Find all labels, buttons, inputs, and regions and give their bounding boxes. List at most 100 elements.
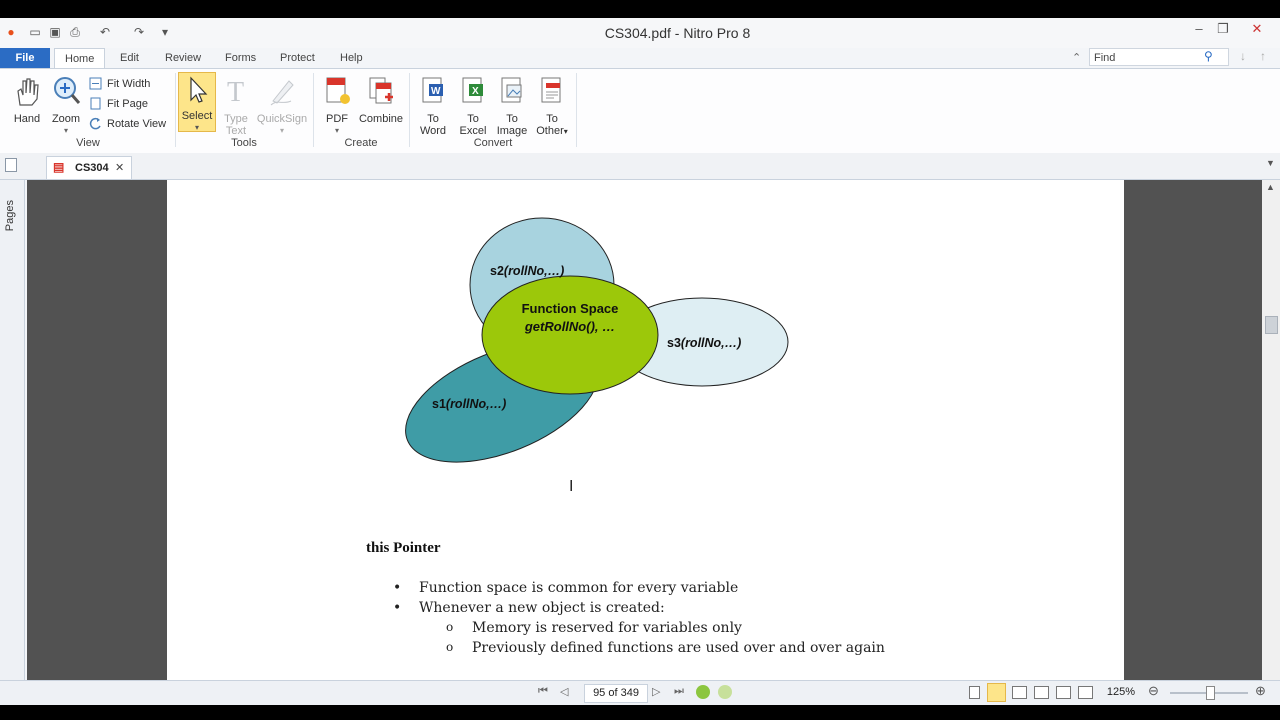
first-page-icon[interactable]: ⏮: [538, 685, 548, 698]
document-tab[interactable]: ▤ CS304 ✕: [46, 156, 132, 179]
scrollbar-thumb[interactable]: [1265, 316, 1278, 334]
previous-page-icon[interactable]: ◁: [560, 685, 568, 698]
hand-button[interactable]: Hand: [8, 75, 46, 125]
document-tab-bar: ▤ CS304 ✕ ▼: [0, 153, 1280, 180]
find-prev-icon[interactable]: ↑: [1260, 49, 1266, 63]
select-dropdown-icon: ▾: [194, 123, 199, 132]
page-number-input[interactable]: 95 of 349: [584, 684, 648, 703]
pdf-create-icon: [326, 77, 350, 104]
find-next-icon[interactable]: ↓: [1240, 49, 1246, 63]
scroll-up-icon[interactable]: ▲: [1266, 182, 1275, 192]
tab-list-dropdown-icon[interactable]: ▼: [1266, 158, 1275, 168]
zoom-label: Zoom: [51, 113, 81, 125]
vertical-scrollbar[interactable]: ▲ ▼: [1262, 180, 1280, 694]
collapse-ribbon-icon[interactable]: ⌃: [1072, 51, 1081, 64]
function-space-subtitle: getRollNo(), …: [524, 319, 615, 334]
zoom-out-icon[interactable]: ⊖: [1148, 683, 1159, 699]
continuous-view-icon[interactable]: [987, 683, 1006, 702]
title-bar: ● ▭ ▣ ⎙ ↶ ↷ ▾ CS304.pdf - Nitro Pro 8 – …: [0, 18, 1280, 48]
rotate-view-button[interactable]: Rotate View: [89, 115, 166, 133]
fit-width-icon: [89, 77, 102, 90]
to-excel-button[interactable]: X To Excel: [455, 75, 491, 137]
create-group-label: Create: [344, 137, 378, 149]
sub-bullet-item: Previously defined functions are used ov…: [472, 640, 885, 656]
hand-label: Hand: [13, 113, 41, 125]
select-button[interactable]: Select ▾: [178, 72, 216, 132]
select-label: Select: [181, 110, 213, 122]
tab-edit[interactable]: Edit: [110, 48, 149, 68]
fit-page-button[interactable]: Fit Page: [89, 95, 148, 113]
zoom-button[interactable]: Zoom ▾: [48, 75, 84, 137]
fit-page-icon: [90, 97, 101, 110]
tab-file[interactable]: File: [0, 48, 50, 68]
view-group-label: View: [76, 137, 100, 149]
pdf-label: PDF: [326, 113, 348, 125]
tab-forms[interactable]: Forms: [215, 48, 266, 68]
to-other-dropdown-icon: ▾: [563, 127, 568, 136]
quicksign-button[interactable]: QuickSign ▾: [256, 75, 308, 137]
separator: [175, 73, 176, 147]
sub-bullet-circle: o: [446, 640, 454, 654]
document-tab-label: CS304: [75, 162, 109, 174]
section-heading: this Pointer: [366, 540, 441, 556]
type-text-button[interactable]: T Type Text: [220, 75, 252, 137]
word-doc-icon: W: [422, 77, 443, 103]
s3-label: s3(rollNo,…): [667, 336, 741, 350]
pdf-button[interactable]: PDF ▾: [320, 75, 354, 137]
zoom-in-icon[interactable]: ⊕: [1255, 683, 1266, 699]
side-panel: Pages: [0, 180, 25, 694]
fit-page-label: Fit Page: [107, 98, 148, 110]
full-screen-icon[interactable]: [1078, 686, 1093, 699]
s2-label: s2(rollNo,…): [490, 264, 564, 278]
combine-button[interactable]: Combine: [358, 75, 404, 125]
to-word-label-1: To: [427, 113, 439, 125]
sub-bullet-circle: o: [446, 620, 454, 634]
next-page-icon[interactable]: ▷: [652, 685, 660, 698]
s1-label: s1(rollNo,…): [432, 397, 506, 411]
svg-text:T: T: [227, 77, 244, 107]
last-page-icon[interactable]: ⏭: [674, 685, 684, 698]
search-icon[interactable]: ⚲: [1204, 49, 1213, 63]
type-text-label-2: Text: [225, 125, 247, 137]
combine-label: Combine: [358, 113, 404, 125]
zoom-slider-thumb[interactable]: [1206, 686, 1215, 700]
fit-page-view-icon[interactable]: [1056, 686, 1071, 699]
pages-panel-icon[interactable]: [5, 158, 17, 172]
image-doc-icon: [501, 77, 522, 103]
facing-view-icon[interactable]: [1012, 686, 1027, 699]
convert-group-label: Convert: [473, 137, 513, 149]
to-other-label-2: Other: [536, 125, 564, 137]
single-page-view-icon[interactable]: [969, 686, 980, 699]
separator: [409, 73, 410, 147]
other-format-icon: [541, 77, 561, 103]
pages-panel-tab[interactable]: Pages: [4, 200, 16, 231]
close-icon[interactable]: ✕: [1244, 18, 1270, 40]
tab-help[interactable]: Help: [330, 48, 373, 68]
continuous-facing-view-icon[interactable]: [1034, 686, 1049, 699]
rotate-view-label: Rotate View: [107, 118, 167, 130]
close-tab-icon[interactable]: ✕: [115, 157, 124, 179]
bullet-item: Whenever a new object is created:: [419, 600, 665, 616]
back-view-icon[interactable]: [696, 685, 710, 699]
tab-review[interactable]: Review: [155, 48, 211, 68]
fit-width-button[interactable]: Fit Width: [89, 75, 150, 93]
zoom-dropdown-icon: ▾: [63, 126, 68, 135]
to-other-button[interactable]: To Other▾: [531, 75, 573, 138]
tab-home[interactable]: Home: [54, 48, 106, 70]
type-text-label-1: Type: [224, 113, 248, 125]
function-space-title: Function Space: [522, 301, 619, 316]
restore-icon[interactable]: ❐: [1210, 18, 1236, 40]
zoom-icon: [54, 77, 81, 104]
to-image-button[interactable]: To Image: [493, 75, 531, 137]
to-word-button[interactable]: W To Word: [415, 75, 451, 137]
select-cursor-icon: [190, 76, 208, 103]
quicksign-dropdown-icon: ▾: [279, 126, 284, 135]
forward-view-icon[interactable]: [718, 685, 732, 699]
minimize-icon[interactable]: –: [1186, 18, 1212, 40]
tab-protect[interactable]: Protect: [270, 48, 325, 68]
separator: [313, 73, 314, 147]
svg-text:X: X: [472, 86, 479, 97]
pdf-dropdown-icon: ▾: [334, 126, 339, 135]
zoom-level[interactable]: 125%: [1101, 684, 1141, 701]
document-viewport[interactable]: s2(rollNo,…) s3(rollNo,…) s1(rollNo,…) F…: [27, 180, 1262, 694]
